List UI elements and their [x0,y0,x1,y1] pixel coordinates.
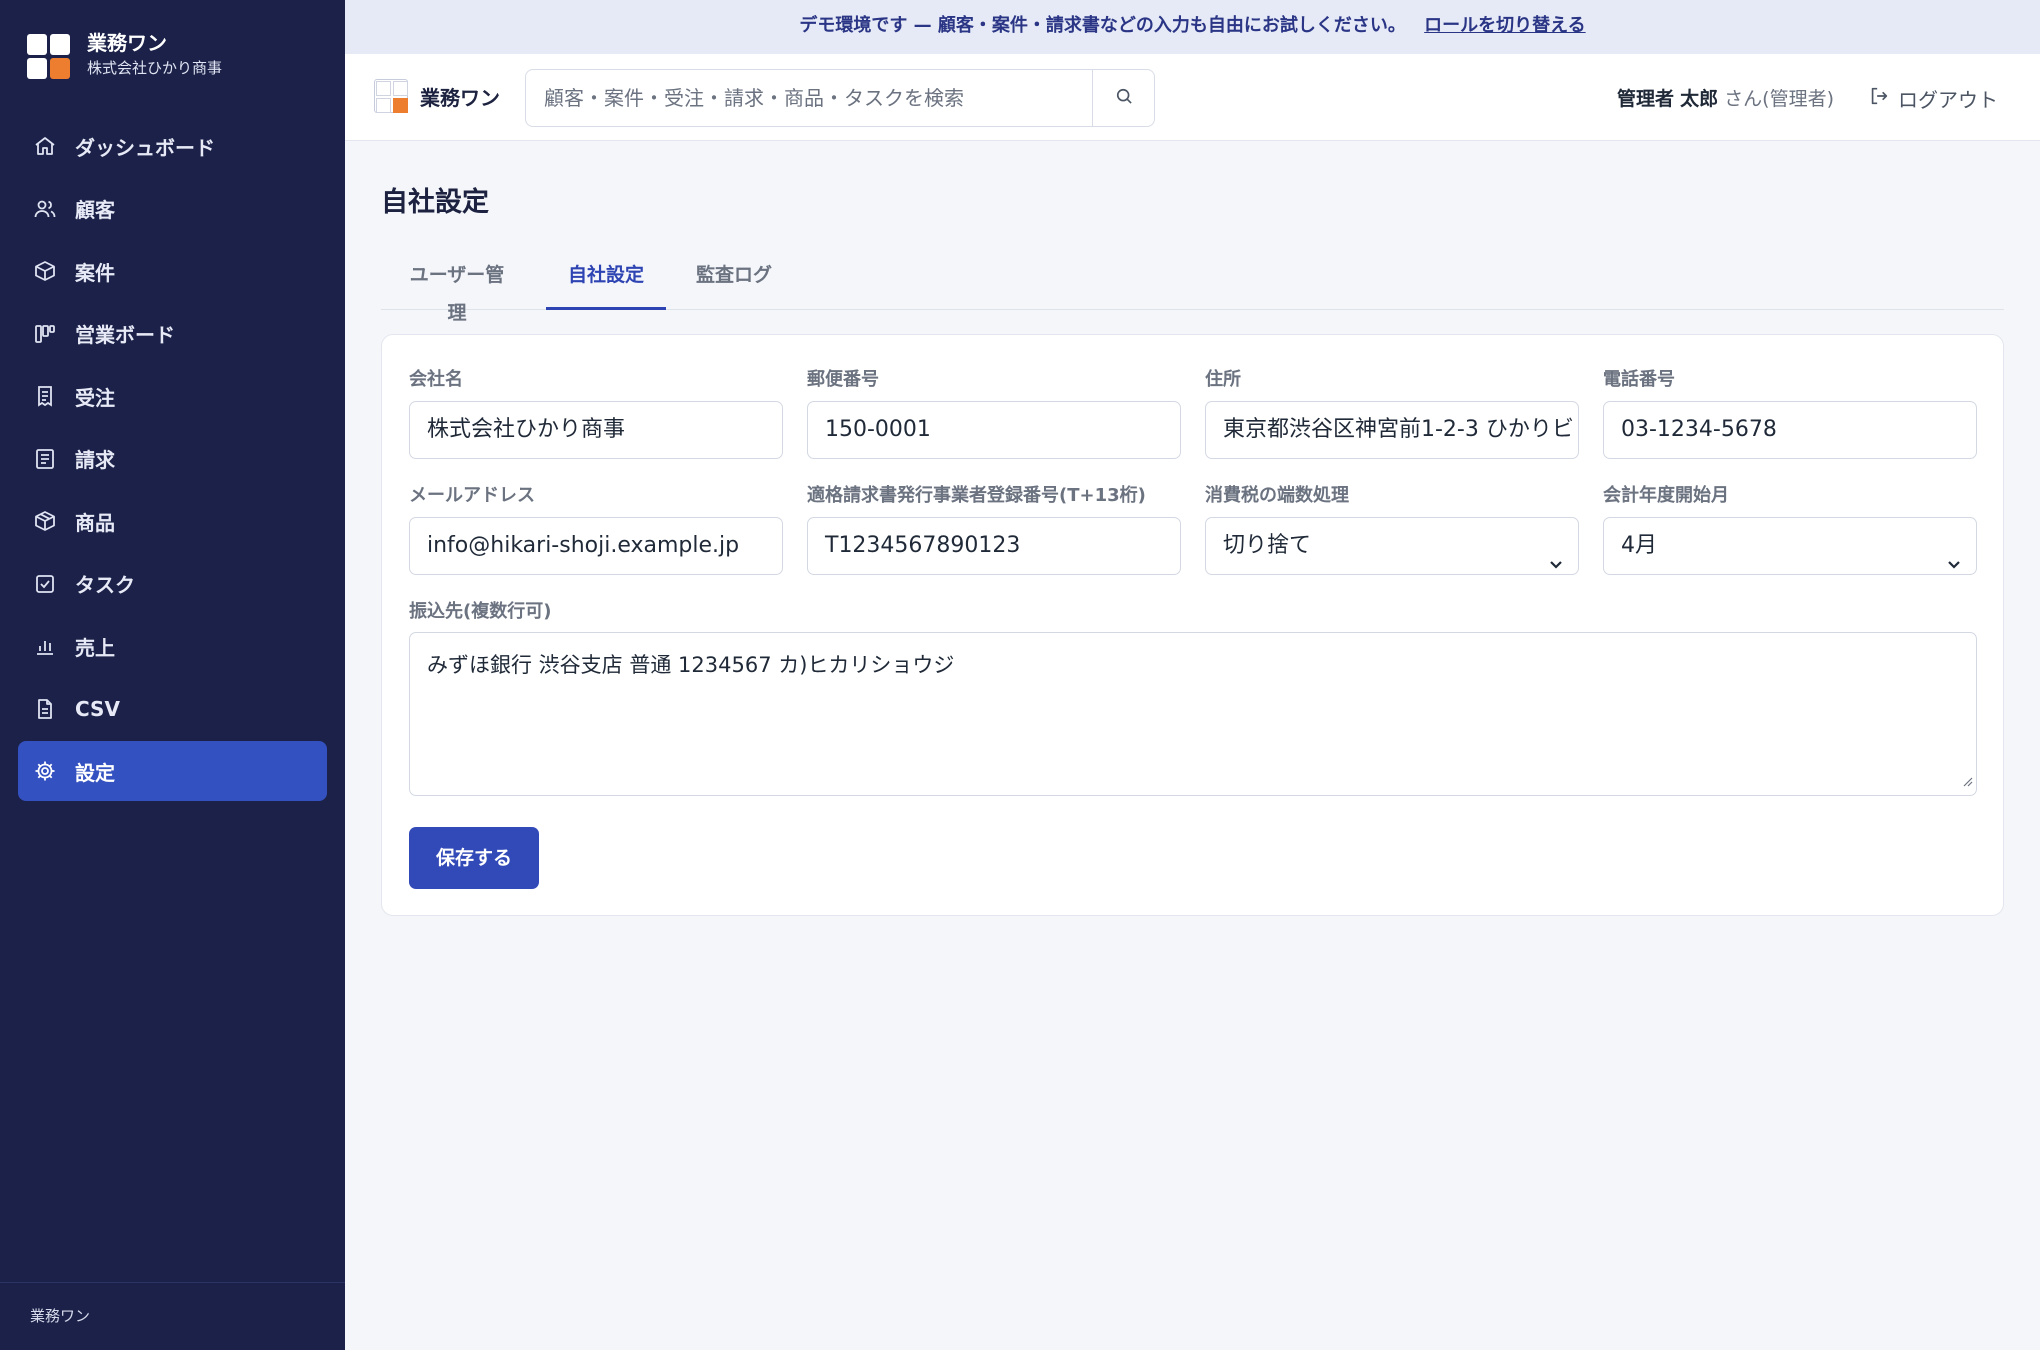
search-input[interactable] [526,70,1093,126]
sidebar-item-label: 営業ボード [75,323,175,347]
settings-tabs: ユーザー管理 自社設定 監査ログ [381,256,2004,324]
current-user: 管理者 太郎 さん(管理者) [1617,84,1834,111]
logout-button[interactable]: ログアウト [1868,84,1998,113]
sidebar-footer: 業務ワン [0,1282,345,1350]
user-role: 管理者 [1617,88,1675,110]
tax-rounding-select[interactable]: 切り捨て [1205,517,1579,575]
topbar-brand[interactable]: 業務ワン [374,79,500,113]
sidebar-item-label: タスク [75,573,135,597]
topbar: 業務ワン 管理者 太郎 さん(管理者) ログアウト [345,54,2040,141]
phone-field: 電話番号 03-1234-5678 [1603,365,1977,459]
fiscal-start-field: 会計年度開始月 4月 [1603,481,1977,575]
bank-label: 振込先(複数行可) [409,601,552,622]
invoice-number-label: 適格請求書発行事業者登録番号(T+13桁) [807,485,1146,506]
chevron-down-icon [1548,538,1564,574]
search-icon [1114,86,1134,110]
package-icon [33,509,57,533]
search-button[interactable] [1092,70,1154,126]
tax-rounding-value: 切り捨て [1223,533,1312,558]
sidebar-item-deals[interactable]: 案件 [18,241,327,301]
sidebar-item-billing[interactable]: 請求 [18,429,327,489]
chevron-down-icon [1946,538,1962,574]
company-settings-form: 会社名 株式会社ひかり商事 郵便番号 150-0001 住所 東京都渋谷区神宮前… [381,334,2004,916]
app-logo-icon [27,34,71,80]
app-logo-icon [374,79,408,113]
sidebar-item-csv[interactable]: CSV [18,679,327,739]
company-name-input[interactable]: 株式会社ひかり商事 [409,401,783,459]
address-input[interactable]: 東京都渋谷区神宮前1-2-3 ひかりビ [1205,401,1579,459]
sidebar: 業務ワン 株式会社ひかり商事 ダッシュボード 顧客 案件 営業ボード 受注 請求… [0,0,345,1350]
sidebar-nav: ダッシュボード 顧客 案件 営業ボード 受注 請求 商品 タスク 売上 CSV … [18,116,327,804]
invoice-number-field: 適格請求書発行事業者登録番号(T+13桁) T1234567890123 [807,481,1181,575]
kanban-icon [33,322,57,346]
sidebar-item-orders[interactable]: 受注 [18,366,327,426]
postal-code-input[interactable]: 150-0001 [807,401,1181,459]
fiscal-start-label: 会計年度開始月 [1603,485,1729,506]
sidebar-item-sales-board[interactable]: 営業ボード [18,304,327,364]
sidebar-item-settings[interactable]: 設定 [18,741,327,801]
sidebar-item-label: 受注 [75,385,115,410]
email-field: メールアドレス info@hikari-shoji.example.jp [409,481,783,575]
sidebar-item-label: 商品 [75,510,115,535]
file-icon [33,697,57,721]
sidebar-item-tasks[interactable]: タスク [18,554,327,614]
logout-icon [1868,85,1898,112]
email-input[interactable]: info@hikari-shoji.example.jp [409,517,783,575]
users-icon [33,197,57,221]
global-search [525,69,1155,127]
document-icon [33,447,57,471]
address-label: 住所 [1205,369,1241,390]
brand[interactable]: 業務ワン 株式会社ひかり商事 [27,30,222,80]
sidebar-item-label: 請求 [75,448,115,472]
sidebar-item-label: 顧客 [75,198,115,222]
company-name-label: 会社名 [409,369,463,390]
page-title: 自社設定 [381,187,489,218]
invoice-number-input[interactable]: T1234567890123 [807,517,1181,575]
receipt-icon [33,384,57,408]
user-name: 太郎 [1680,88,1719,110]
sidebar-item-label: 案件 [75,260,115,285]
box-icon [33,259,57,283]
phone-label: 電話番号 [1603,369,1675,390]
address-field: 住所 東京都渋谷区神宮前1-2-3 ひかりビ [1205,365,1579,459]
sidebar-item-dashboard[interactable]: ダッシュボード [18,116,327,176]
tab-company-settings[interactable]: 自社設定 [546,256,666,310]
switch-role-link[interactable]: ロールを切り替える [1424,15,1585,36]
topbar-brand-name: 業務ワン [420,85,500,110]
sidebar-item-label: ダッシュボード [75,135,215,160]
gear-icon [33,759,57,783]
company-name: 株式会社ひかり商事 [87,59,223,77]
phone-input[interactable]: 03-1234-5678 [1603,401,1977,459]
sidebar-item-sales[interactable]: 売上 [18,616,327,676]
postal-code-label: 郵便番号 [807,369,879,390]
sidebar-item-label: 設定 [75,760,115,785]
home-icon [33,134,57,158]
bar-chart-icon [33,634,57,658]
tax-rounding-label: 消費税の端数処理 [1205,485,1349,506]
fiscal-start-select[interactable]: 4月 [1603,517,1977,575]
postal-code-field: 郵便番号 150-0001 [807,365,1181,459]
fiscal-start-value: 4月 [1621,533,1657,558]
demo-banner: デモ環境です — 顧客・案件・請求書などの入力も自由にお試しください。 ロールを… [345,0,2040,54]
sidebar-item-products[interactable]: 商品 [18,491,327,551]
save-button[interactable]: 保存する [409,827,539,889]
bank-value: みずほ銀行 渋谷支店 普通 1234567 カ)ヒカリショウジ [427,653,955,677]
app-name: 業務ワン [87,31,167,55]
sidebar-item-customers[interactable]: 顧客 [18,179,327,239]
tab-user-management[interactable]: ユーザー管理 [401,256,513,324]
bank-textarea[interactable]: みずほ銀行 渋谷支店 普通 1234567 カ)ヒカリショウジ [409,632,1977,796]
sidebar-item-label: 売上 [75,635,115,660]
company-name-field: 会社名 株式会社ひかり商事 [409,365,783,459]
user-suffix: さん(管理者) [1724,88,1834,110]
sidebar-item-label: CSV [75,696,120,721]
bank-field: 振込先(複数行可) [409,597,1009,622]
tax-rounding-field: 消費税の端数処理 切り捨て [1205,481,1579,575]
logout-label: ログアウト [1898,88,1998,112]
email-label: メールアドレス [409,485,535,506]
banner-text: デモ環境です — 顧客・案件・請求書などの入力も自由にお試しください。 [799,15,1406,36]
checkbox-icon [33,572,57,596]
resize-handle-icon[interactable] [1961,768,1973,792]
tab-audit-log[interactable]: 監査ログ [693,256,775,310]
